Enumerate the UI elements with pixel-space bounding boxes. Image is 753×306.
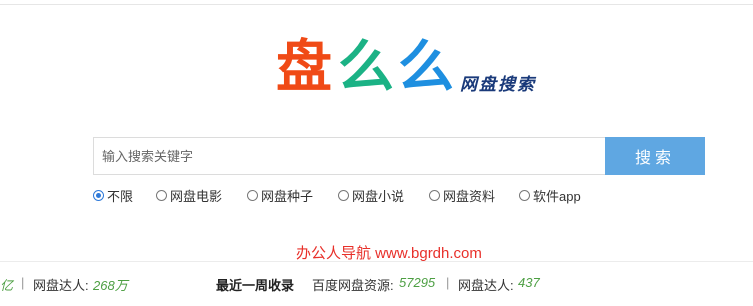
- search-button[interactable]: 搜索: [605, 137, 705, 175]
- stat-users-value: 268万: [93, 278, 128, 293]
- stat-users-label: 网盘达人:: [33, 278, 89, 293]
- logo-subtitle: 网盘搜索: [460, 75, 536, 95]
- stat-separator: |: [21, 275, 25, 290]
- page: 盘 么 么 网盘搜索 搜索 不限 网盘电影 网盘种子 网盘小说 网盘资料: [0, 0, 753, 306]
- filter-option-all[interactable]: 不限: [93, 186, 133, 205]
- filter-label: 网盘种子: [261, 189, 314, 204]
- logo-char-me-1: 么: [338, 35, 394, 100]
- filter-option-movies[interactable]: 网盘电影: [156, 186, 222, 205]
- filter-label: 不限: [107, 189, 134, 204]
- radio-icon[interactable]: [519, 190, 530, 201]
- stat-separator: |: [446, 275, 450, 290]
- radio-icon[interactable]: [338, 190, 349, 201]
- logo-char-me-2: 么: [398, 35, 454, 100]
- stat-resources-label: 百度网盘资源:: [312, 278, 394, 293]
- stat-users-value-weekly: 437: [518, 275, 540, 290]
- stat-resources-value: 57295: [399, 275, 436, 290]
- stat-users-label-weekly: 网盘达人:: [458, 278, 514, 293]
- filter-label: 软件app: [533, 189, 581, 204]
- bottom-divider: [0, 261, 753, 262]
- filter-option-software[interactable]: 软件app: [519, 186, 581, 205]
- stat-recent-label: 最近一周收录: [216, 278, 295, 293]
- filter-label: 网盘电影: [170, 189, 223, 204]
- search-input[interactable]: [94, 138, 606, 174]
- radio-icon[interactable]: [156, 190, 167, 201]
- top-divider: [0, 4, 753, 5]
- filter-option-novels[interactable]: 网盘小说: [338, 186, 404, 205]
- stat-partial-unit: 亿: [0, 278, 14, 293]
- radio-checked-icon[interactable]: [93, 190, 104, 201]
- radio-icon[interactable]: [247, 190, 258, 201]
- filter-label: 网盘小说: [352, 189, 405, 204]
- filter-option-torrents[interactable]: 网盘种子: [247, 186, 313, 205]
- search-box: 搜索: [93, 137, 705, 175]
- filter-option-documents[interactable]: 网盘资料: [429, 186, 495, 205]
- logo-char-pan: 盘: [276, 35, 332, 100]
- filter-label: 网盘资料: [443, 189, 496, 204]
- radio-icon[interactable]: [429, 190, 440, 201]
- watermark-text: 办公人导航 www.bgrdh.com: [296, 245, 482, 262]
